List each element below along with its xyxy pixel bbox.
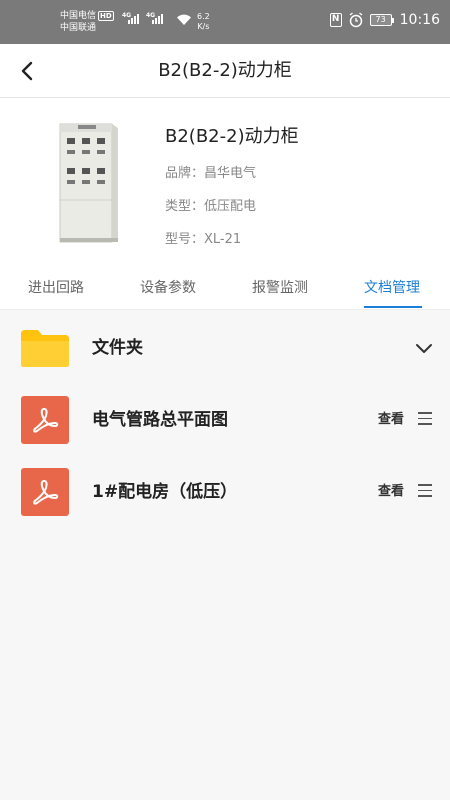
device-info-card: B2(B2-2)动力柜 品牌：昌华电气 类型：低压配电 型号：XL-21: [0, 98, 450, 266]
model-label: 型号：: [165, 232, 205, 247]
carrier-2: 中国联通: [60, 23, 97, 33]
speed-value: 6.2: [197, 12, 210, 21]
type-value: 低压配电: [204, 199, 257, 214]
cabinet-image: [59, 123, 118, 243]
brand-label: 品牌：: [165, 166, 205, 181]
folder-icon: [21, 330, 69, 367]
document-row[interactable]: 1#配电房（低压） 查看: [0, 456, 450, 528]
nfc-icon: N: [329, 13, 342, 27]
alarm-icon: [349, 12, 363, 28]
model-value: XL-21: [204, 232, 242, 247]
app-header: B2(B2-2)动力柜: [0, 44, 450, 98]
type-label: 类型：: [165, 199, 205, 214]
view-button[interactable]: 查看: [378, 456, 404, 528]
model-row: 型号：XL-21: [165, 228, 241, 247]
status-icons: N 73 10:16: [329, 12, 440, 28]
document-name: 1#配电房（低压）: [92, 482, 238, 502]
wifi-icon: [177, 14, 191, 25]
battery-level: 73: [369, 14, 392, 26]
pdf-icon: [21, 468, 69, 516]
document-row[interactable]: 电气管路总平面图 查看: [0, 384, 450, 456]
folder-label: 文件夹: [92, 338, 143, 358]
tab-circuits[interactable]: 进出回路: [0, 266, 112, 310]
tab-bar: 进出回路 设备参数 报警监测 文档管理: [0, 266, 450, 310]
folder-row[interactable]: 文件夹: [0, 312, 450, 384]
brand-row: 品牌：昌华电气: [165, 162, 256, 181]
type-row: 类型：低压配电: [165, 195, 256, 214]
clock: 10:16: [399, 12, 440, 28]
carrier-info: 中国电信 HD 中国联通: [60, 10, 114, 34]
page-title: B2(B2-2)动力柜: [158, 60, 292, 81]
network-speed: 6.2 K/s: [197, 12, 210, 32]
status-bar: 中国电信 HD 中国联通 4G 4G 6.2 K/s N 73 10:16: [0, 0, 450, 44]
document-name: 电气管路总平面图: [92, 410, 228, 430]
carrier-1: 中国电信: [60, 11, 97, 21]
battery-icon: 73: [369, 14, 394, 26]
brand-value: 昌华电气: [204, 166, 257, 181]
tab-device-params[interactable]: 设备参数: [112, 266, 224, 310]
menu-icon[interactable]: [418, 412, 432, 426]
device-name: B2(B2-2)动力柜: [165, 126, 299, 147]
menu-icon[interactable]: [418, 484, 432, 498]
view-button[interactable]: 查看: [378, 384, 404, 456]
signal-icon: [152, 14, 163, 24]
speed-unit: K/s: [197, 22, 210, 31]
hd-badge: HD: [98, 11, 114, 21]
active-tab-indicator: [364, 306, 422, 308]
chevron-down-icon[interactable]: [414, 338, 434, 358]
pdf-icon: [21, 396, 69, 444]
tab-alarm-monitoring[interactable]: 报警监测: [224, 266, 336, 310]
signal-icon: [128, 14, 139, 24]
tab-document-management[interactable]: 文档管理: [336, 266, 448, 310]
